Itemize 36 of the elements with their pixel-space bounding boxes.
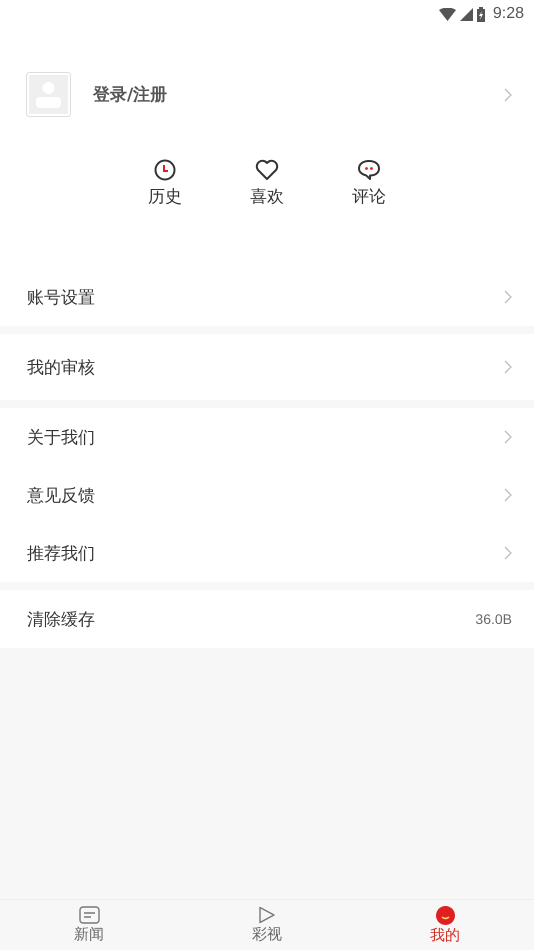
menu-item[interactable]: 清除缓存 36.0B [0, 590, 534, 648]
menu-item-label: 意见反馈 [27, 484, 95, 506]
smiley-icon [436, 906, 454, 924]
signal-icon [460, 8, 473, 20]
cache-size: 36.0B [475, 611, 512, 627]
login-link[interactable]: 登录/注册 [93, 83, 168, 106]
chevron-right-icon [504, 360, 512, 374]
menu-item-label: 账号设置 [27, 286, 95, 308]
chevron-right-icon [504, 290, 512, 304]
menu-item[interactable]: 我的审核 [0, 334, 534, 400]
tab-bar-item[interactable]: 我的 [356, 900, 534, 950]
comment-icon [357, 159, 381, 181]
tab-bar-item[interactable]: 新闻 [0, 900, 178, 950]
chevron-right-icon [504, 430, 512, 444]
quick-action-button[interactable]: 评论 [342, 159, 396, 208]
chevron-right-icon [504, 546, 512, 560]
heart-icon [255, 159, 279, 181]
menu-item-label: 关于我们 [27, 426, 95, 448]
battery-icon [476, 6, 485, 22]
quick-action-button[interactable]: 喜欢 [240, 159, 294, 208]
quick-action-button[interactable]: 历史 [138, 159, 192, 208]
menu-item-label: 我的审核 [27, 356, 95, 378]
menu-item[interactable]: 账号设置 [0, 268, 534, 326]
menu-item-label: 推荐我们 [27, 542, 95, 564]
news-icon [78, 906, 100, 924]
chevron-right-icon [504, 488, 512, 502]
tab-bar-item[interactable]: 彩视 [178, 900, 356, 950]
menu-item[interactable]: 关于我们 [0, 408, 534, 466]
menu-item[interactable]: 意见反馈 [0, 466, 534, 524]
menu-item-label: 清除缓存 [27, 608, 95, 630]
chevron-right-icon [504, 88, 512, 102]
wifi-icon [438, 8, 456, 20]
clock-icon [154, 159, 176, 181]
play-icon [258, 906, 276, 924]
status-time: 9:28 [492, 5, 524, 23]
menu-item[interactable]: 推荐我们 [0, 524, 534, 582]
